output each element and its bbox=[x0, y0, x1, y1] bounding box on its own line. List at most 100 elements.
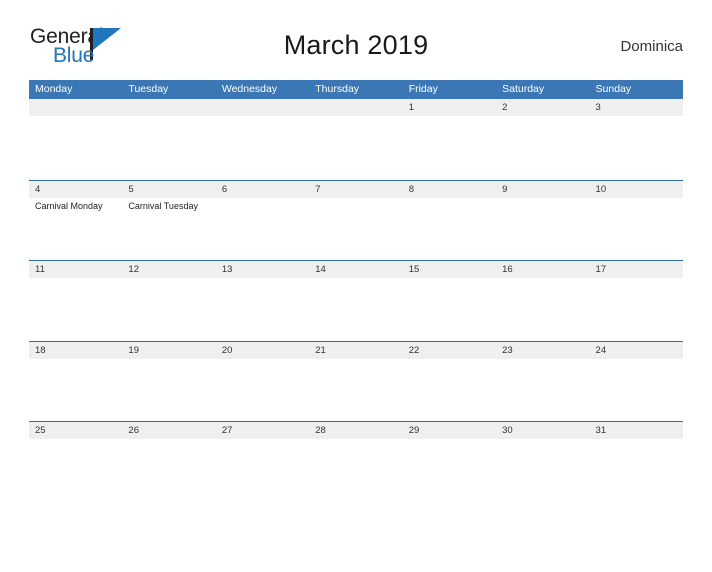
day-cell bbox=[29, 116, 122, 178]
day-number[interactable]: 17 bbox=[590, 261, 683, 278]
calendar-week-row: 18 19 20 21 22 23 24 bbox=[29, 340, 683, 421]
day-number[interactable]: 27 bbox=[216, 422, 309, 439]
page-header: General Blue March 2019 Dominica bbox=[29, 22, 683, 80]
weekday-header-row: Monday Tuesday Wednesday Thursday Friday… bbox=[29, 80, 683, 99]
day-cell[interactable] bbox=[403, 278, 496, 340]
week-event-band bbox=[29, 439, 683, 501]
day-cell bbox=[122, 116, 215, 178]
day-number[interactable]: 26 bbox=[122, 422, 215, 439]
week-date-band: 4 5 6 7 8 9 10 bbox=[29, 180, 683, 198]
calendar-week-row: 4 5 6 7 8 9 10 Carnival Monday Carnival Tuesday bbox=[29, 179, 683, 260]
weekday-header-sunday: Sunday bbox=[595, 83, 632, 95]
calendar-grid: Monday Tuesday Wednesday Thursday Friday… bbox=[29, 80, 683, 502]
day-cell[interactable] bbox=[216, 439, 309, 501]
day-cell[interactable] bbox=[403, 198, 496, 260]
day-number[interactable]: 8 bbox=[403, 181, 496, 198]
week-event-band bbox=[29, 116, 683, 178]
day-number[interactable]: 23 bbox=[496, 342, 589, 359]
day-cell[interactable] bbox=[590, 359, 683, 421]
day-number[interactable]: 21 bbox=[309, 342, 402, 359]
day-number-empty bbox=[216, 99, 309, 116]
day-number[interactable]: 20 bbox=[216, 342, 309, 359]
day-cell[interactable] bbox=[496, 116, 589, 178]
day-number-empty bbox=[29, 99, 122, 116]
day-number[interactable]: 1 bbox=[403, 99, 496, 116]
day-cell[interactable] bbox=[590, 439, 683, 501]
day-cell[interactable] bbox=[122, 439, 215, 501]
weekday-header-wednesday: Wednesday bbox=[221, 83, 278, 95]
weekday-header-tuesday: Tuesday bbox=[128, 83, 169, 95]
day-number[interactable]: 11 bbox=[29, 261, 122, 278]
day-number[interactable]: 3 bbox=[590, 99, 683, 116]
week-event-band: Carnival Monday Carnival Tuesday bbox=[29, 198, 683, 260]
day-cell[interactable] bbox=[309, 439, 402, 501]
day-cell[interactable]: Carnival Tuesday bbox=[122, 198, 215, 260]
region-label: Dominica bbox=[620, 38, 683, 55]
week-date-band: 11 12 13 14 15 16 17 bbox=[29, 261, 683, 278]
day-cell[interactable] bbox=[496, 198, 589, 260]
day-number-empty bbox=[309, 99, 402, 116]
day-number[interactable]: 7 bbox=[309, 181, 402, 198]
day-number[interactable]: 24 bbox=[590, 342, 683, 359]
day-number[interactable]: 25 bbox=[29, 422, 122, 439]
day-cell[interactable] bbox=[496, 278, 589, 340]
weekday-header-friday: Friday bbox=[408, 83, 438, 95]
day-number[interactable]: 2 bbox=[496, 99, 589, 116]
day-number[interactable]: 12 bbox=[122, 261, 215, 278]
day-event: Carnival Monday bbox=[35, 200, 103, 211]
day-number[interactable]: 14 bbox=[309, 261, 402, 278]
week-event-band bbox=[29, 359, 683, 421]
day-number[interactable]: 4 bbox=[29, 181, 122, 198]
day-cell[interactable] bbox=[309, 198, 402, 260]
day-number[interactable]: 13 bbox=[216, 261, 309, 278]
day-cell[interactable] bbox=[29, 278, 122, 340]
week-event-band bbox=[29, 278, 683, 340]
calendar-week-row: 123 bbox=[29, 99, 683, 180]
day-cell[interactable] bbox=[216, 359, 309, 421]
day-cell[interactable] bbox=[403, 439, 496, 501]
day-cell[interactable] bbox=[590, 278, 683, 340]
day-number[interactable]: 18 bbox=[29, 342, 122, 359]
day-cell[interactable] bbox=[122, 359, 215, 421]
calendar-page: General Blue March 2019 Dominica Monday … bbox=[0, 22, 712, 572]
day-number[interactable]: 6 bbox=[216, 181, 309, 198]
weekday-header-thursday: Thursday bbox=[315, 83, 360, 95]
day-cell[interactable] bbox=[403, 359, 496, 421]
day-number[interactable]: 22 bbox=[403, 342, 496, 359]
day-cell[interactable]: Carnival Monday bbox=[29, 198, 122, 260]
week-date-band: 25 26 27 28 29 30 31 bbox=[29, 422, 683, 439]
day-event: Carnival Tuesday bbox=[128, 200, 198, 211]
day-cell[interactable] bbox=[590, 116, 683, 178]
page-title: March 2019 bbox=[283, 30, 429, 60]
week-date-band: 18 19 20 21 22 23 24 bbox=[29, 341, 683, 359]
day-number[interactable]: 31 bbox=[590, 422, 683, 439]
day-cell[interactable] bbox=[122, 278, 215, 340]
day-cell[interactable] bbox=[29, 359, 122, 421]
calendar-weeks: 1 2 3 4 5 6 7 8 9 10 Carnival Monday Carnival Tuesd… bbox=[29, 99, 683, 502]
day-cell[interactable] bbox=[496, 359, 589, 421]
day-number[interactable]: 29 bbox=[403, 422, 496, 439]
day-number[interactable]: 15 bbox=[403, 261, 496, 278]
day-number[interactable]: 9 bbox=[496, 181, 589, 198]
day-cell[interactable] bbox=[309, 278, 402, 340]
weekday-header-saturday: Saturday bbox=[502, 83, 545, 95]
day-number[interactable]: 28 bbox=[309, 422, 402, 439]
day-cell[interactable] bbox=[403, 116, 496, 178]
day-number-empty bbox=[122, 99, 215, 116]
day-number[interactable]: 5 bbox=[122, 181, 215, 198]
day-cell[interactable] bbox=[496, 439, 589, 501]
weekday-header-monday: Monday bbox=[35, 83, 73, 95]
day-cell[interactable] bbox=[216, 278, 309, 340]
day-number[interactable]: 19 bbox=[122, 342, 215, 359]
day-cell[interactable] bbox=[29, 439, 122, 501]
calendar-week-row: 25 26 27 28 29 30 31 bbox=[29, 421, 683, 502]
day-cell bbox=[216, 116, 309, 178]
day-cell[interactable] bbox=[590, 198, 683, 260]
day-cell bbox=[309, 116, 402, 178]
day-number[interactable]: 16 bbox=[496, 261, 589, 278]
day-cell[interactable] bbox=[309, 359, 402, 421]
day-number[interactable]: 10 bbox=[590, 181, 683, 198]
day-number[interactable]: 30 bbox=[496, 422, 589, 439]
day-cell[interactable] bbox=[216, 198, 309, 260]
week-date-band: 123 bbox=[29, 99, 683, 116]
